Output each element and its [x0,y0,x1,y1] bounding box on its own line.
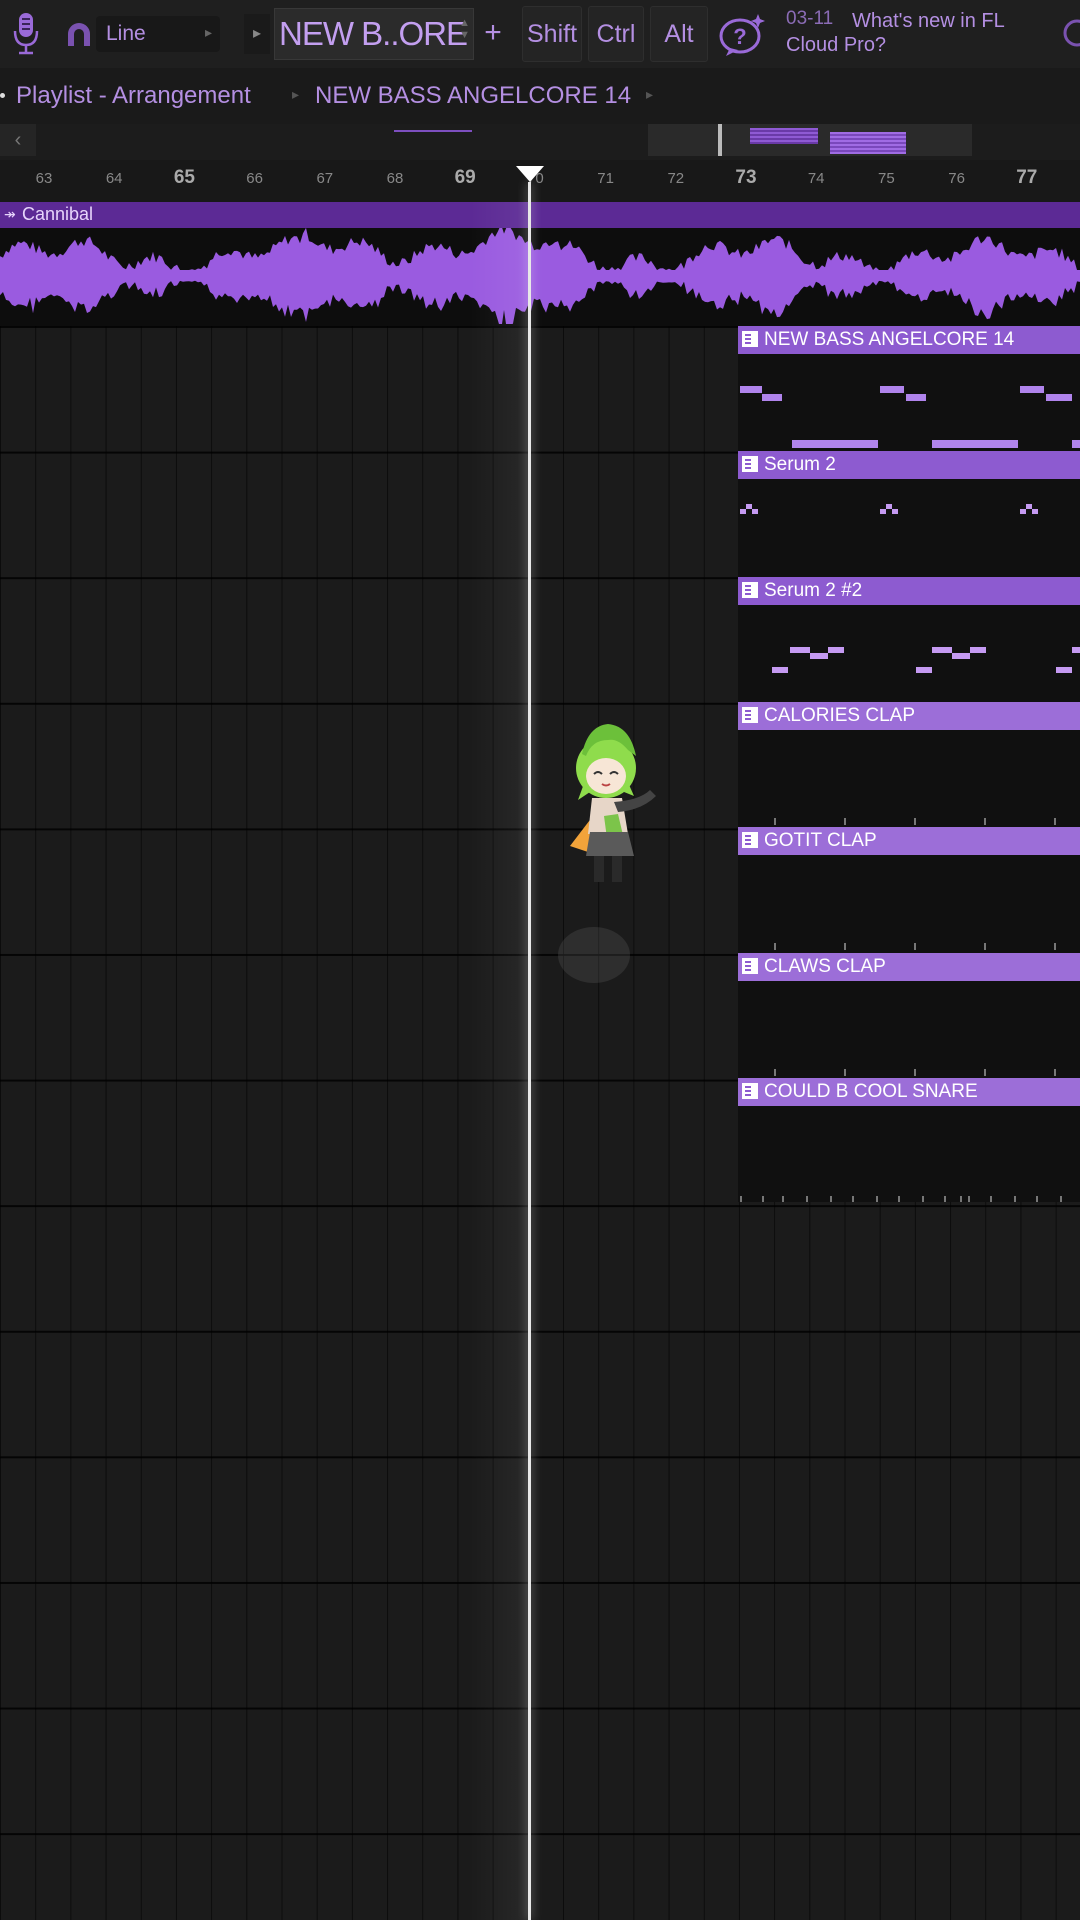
pattern-clip[interactable]: CLAWS CLAP [738,953,1080,1077]
breadcrumb-separator-icon: ▸ [292,86,300,102]
breadcrumb-playlist[interactable]: Playlist - Arrangement [16,82,251,110]
pattern-notes [740,504,1038,514]
pattern-clip-name: CLAWS CLAP [764,956,886,977]
pattern-clip-header[interactable]: COULD B COOL SNARE [738,1078,1080,1106]
svg-text:?: ? [733,24,746,49]
grid-shade [0,202,140,1920]
spin-icon: ▲ ▼ [459,17,470,41]
pattern-clip-header[interactable]: Serum 2 #2 [738,577,1080,605]
pattern-clip[interactable]: NEW BASS ANGELCORE 14 [738,326,1080,450]
mascot-character-icon [570,724,656,882]
pattern-clip-name: COULD B COOL SNARE [764,1081,978,1102]
ruler-tick-72: 72 [667,170,685,187]
ruler-tick-75: 75 [878,170,895,187]
pattern-name-label: NEW B..ORE 14 [279,15,473,52]
snap-select[interactable]: Line ▸ [96,16,220,52]
snap-mode-label: Line [106,22,146,45]
scroll-position-indicator [394,130,472,132]
pattern-icon [742,958,758,974]
scroll-overview-pattern [750,128,818,144]
pattern-clip-header[interactable]: CALORIES CLAP [738,702,1080,730]
pattern-clip-header[interactable]: NEW BASS ANGELCORE 14 [738,326,1080,354]
pattern-icon [742,331,758,347]
ruler-tick-73: 73 [735,167,757,188]
chevron-right-icon: ▸ [204,24,212,40]
pattern-clips-area: NEW BASS ANGELCORE 14 Serum 2 Serum 2 #2… [738,326,1080,1202]
pattern-notes [774,1069,1056,1076]
news-title[interactable]: What's new in FL [852,8,1052,34]
audio-waveform [0,228,1080,324]
pattern-notes [772,647,1080,673]
pattern-selector[interactable]: NEW B..ORE 14 ▲▼ [274,8,474,60]
pattern-clip[interactable]: COULD B COOL SNARE [738,1078,1080,1202]
add-pattern-button[interactable]: + [476,14,510,54]
playhead-marker-icon[interactable] [516,166,544,182]
pattern-clip[interactable]: Serum 2 [738,451,1080,575]
ruler-tick-74: 74 [807,170,825,187]
ruler-tick-76: 76 [948,170,965,187]
ruler-tick-64: 64 [105,170,123,187]
ruler-tick-69: 69 [454,167,476,188]
pattern-notes [774,943,1056,950]
pattern-clip-header[interactable]: GOTIT CLAP [738,827,1080,855]
pattern-icon [742,832,758,848]
scroll-playhead-marker [718,124,722,156]
pattern-icon [742,1083,758,1099]
breadcrumb-separator-icon: ▸ [646,86,654,102]
pattern-clip[interactable]: GOTIT CLAP [738,827,1080,951]
ruler-tick-66: 66 [246,170,263,187]
pattern-icon [742,456,758,472]
audio-clip[interactable]: ↠ Cannibal [0,202,1080,326]
help-icon[interactable]: ? [718,8,768,60]
pattern-clip[interactable]: CALORIES CLAP [738,702,1080,826]
audio-clip-header[interactable]: ↠ Cannibal [0,202,1080,228]
alt-button[interactable]: Alt [650,6,708,62]
pattern-clip-name: NEW BASS ANGELCORE 14 [764,329,1015,350]
playhead-line[interactable] [528,182,531,1920]
pattern-clip-name: Serum 2 [764,454,836,475]
pattern-clip-name: Serum 2 #2 [764,580,863,601]
news-date: 03-11 [786,8,834,29]
pattern-notes [740,1196,1062,1202]
pattern-icon [742,582,758,598]
ruler-tick-77: 77 [1016,167,1038,188]
breadcrumb-pattern[interactable]: NEW BASS ANGELCORE 14 [315,82,631,110]
ctrl-button[interactable]: Ctrl [588,6,644,62]
pattern-clip[interactable]: Serum 2 #2 [738,577,1080,701]
cloud-icon[interactable] [1062,18,1080,48]
scroll-overview-pattern [830,132,906,154]
ruler-tick-68: 68 [386,170,404,187]
pattern-clip-header[interactable]: Serum 2 [738,451,1080,479]
toolbar: Line ▸ ▸ NEW B..ORE 14 ▲▼ + Shift Ctrl A… [0,0,1080,69]
shift-button[interactable]: Shift [522,6,582,62]
ruler-tick-63: 63 [35,170,53,187]
pattern-clip-name: CALORIES CLAP [764,705,915,726]
pattern-selector-arrow[interactable]: ▸ [244,14,270,54]
breadcrumb: Playlist - Arrangement ▸ NEW BASS ANGELC… [0,68,1080,124]
audio-clip-name: Cannibal [22,204,94,224]
magnet-icon[interactable] [62,18,96,52]
mascot-shadow [558,927,630,983]
waveform-shape [0,228,1080,324]
pattern-notes [774,818,1056,825]
pattern-clip-name: GOTIT CLAP [764,830,877,851]
ruler-tick-71: 71 [597,170,614,187]
breadcrumb-bullet-icon [0,93,5,98]
horizontal-scrollbar[interactable]: ‹ [0,124,1080,160]
pattern-icon [742,707,758,723]
playhead-glow [470,202,528,1920]
scroll-left-button[interactable]: ‹ [0,124,36,156]
ruler-tick-65: 65 [173,167,195,188]
ruler-tick-67: 67 [316,170,334,187]
microphone-icon[interactable] [4,4,48,64]
pattern-notes [740,386,1080,448]
audio-clip-icon: ↠ [4,206,16,222]
pattern-clip-header[interactable]: CLAWS CLAP [738,953,1080,981]
news-title-line2[interactable]: Cloud Pro? [786,34,886,57]
